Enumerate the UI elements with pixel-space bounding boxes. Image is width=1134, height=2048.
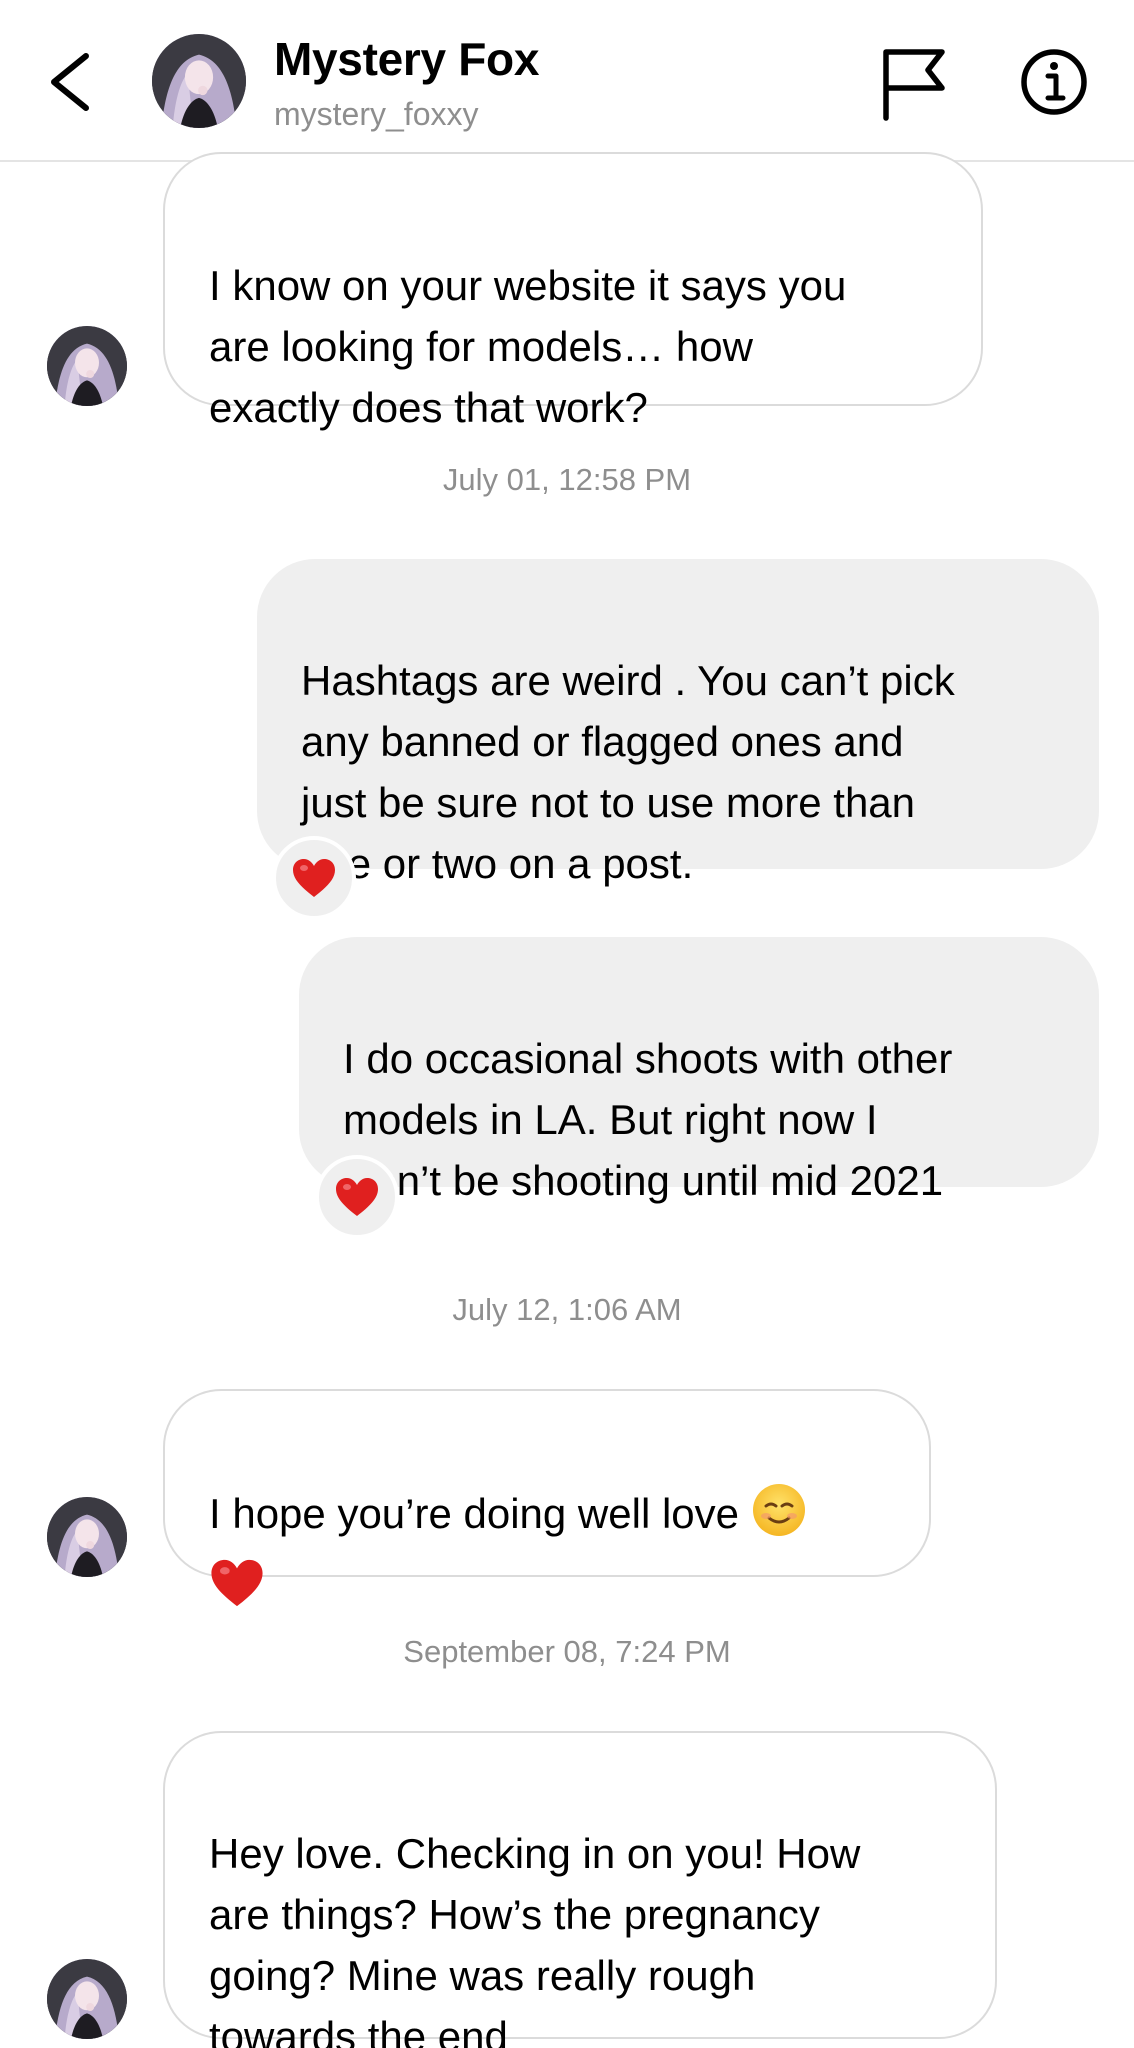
message-text: Hashtags are weird . You can’t pick any …: [301, 657, 955, 887]
profile-photo: [152, 34, 246, 128]
chevron-left-icon: [51, 53, 89, 111]
header-avatar[interactable]: [152, 34, 246, 128]
message-bubble-outgoing[interactable]: I do occasional shoots with other models…: [299, 937, 1099, 1204]
report-button[interactable]: [878, 46, 950, 122]
red-heart-icon: [293, 859, 335, 897]
back-button[interactable]: [38, 42, 98, 122]
sender-avatar[interactable]: [47, 326, 127, 406]
conversation-title[interactable]: Mystery Fox: [274, 32, 539, 86]
dm-conversation-screen: Mystery Fox mystery_foxxy I know on your…: [0, 0, 1134, 2048]
smiling-face-icon: [751, 1482, 807, 1554]
profile-photo: [47, 1959, 127, 2039]
message-timestamp: September 08, 7:24 PM: [403, 1634, 731, 1669]
message-timestamp: July 12, 1:06 AM: [452, 1292, 682, 1327]
message-bubble-incoming[interactable]: I know on your website it says you are l…: [163, 152, 983, 431]
conversation-username[interactable]: mystery_foxxy: [274, 96, 478, 133]
message-reaction[interactable]: [272, 836, 356, 920]
message-bubble-incoming[interactable]: Hey love. Checking in on you! How are th…: [163, 1731, 997, 2048]
message-text: I do occasional shoots with other models…: [343, 1035, 953, 1204]
message-text: I know on your website it says you are l…: [209, 262, 847, 431]
info-icon: [1021, 49, 1087, 115]
message-text: I hope you’re doing well love: [209, 1490, 740, 1537]
message-text: Hey love. Checking in on you! How are th…: [209, 1830, 861, 2048]
message-reaction[interactable]: [315, 1155, 399, 1239]
sender-avatar[interactable]: [47, 1497, 127, 1577]
message-bubble-incoming[interactable]: I hope you’re doing well love: [163, 1389, 931, 1607]
message-timestamp: July 01, 12:58 PM: [442, 462, 692, 497]
red-heart-icon: [209, 1557, 265, 1625]
flag-icon: [883, 49, 945, 121]
info-button[interactable]: [1018, 44, 1090, 120]
sender-avatar[interactable]: [47, 1959, 127, 2039]
message-bubble-outgoing[interactable]: Hashtags are weird . You can’t pick any …: [257, 559, 1099, 887]
conversation-header: Mystery Fox mystery_foxxy: [0, 0, 1134, 162]
message-content: I hope you’re doing well love: [209, 1482, 889, 1625]
profile-photo: [47, 326, 127, 406]
profile-photo: [47, 1497, 127, 1577]
red-heart-icon: [336, 1178, 378, 1216]
